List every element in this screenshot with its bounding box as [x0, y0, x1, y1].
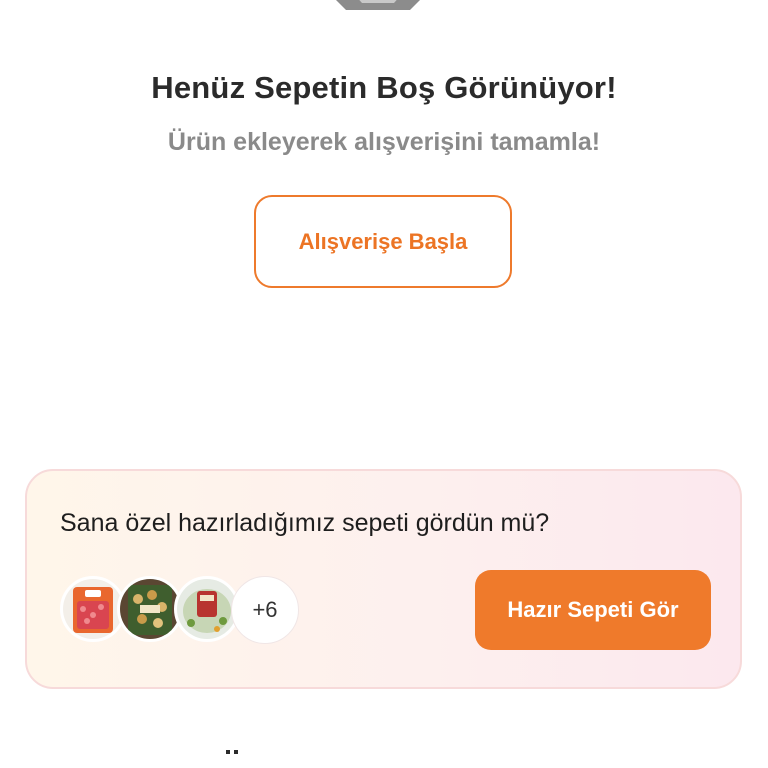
- start-shopping-label: Alışverişe Başla: [298, 228, 468, 254]
- view-ready-cart-button[interactable]: Hazır Sepeti Gör: [475, 570, 711, 650]
- start-shopping-button[interactable]: Alışverişe Başla: [254, 195, 512, 288]
- next-section-heading-cutoff: [0, 748, 768, 768]
- empty-cart-subtitle: Ürün ekleyerek alışverişini tamamla!: [167, 128, 601, 156]
- more-products-count: +6: [231, 576, 299, 644]
- empty-cart-illustration: [330, 0, 426, 14]
- ready-cart-title: Sana özel hazırladığımız sepeti gördün m…: [60, 509, 550, 537]
- ready-cart-card: Sana özel hazırladığımız sepeti gördün m…: [25, 469, 742, 689]
- view-ready-cart-label: Hazır Sepeti Gör: [507, 597, 679, 622]
- empty-cart-title: Henüz Sepetin Boş Görünüyor!: [151, 70, 617, 105]
- product-thumbnails: +6: [60, 576, 320, 644]
